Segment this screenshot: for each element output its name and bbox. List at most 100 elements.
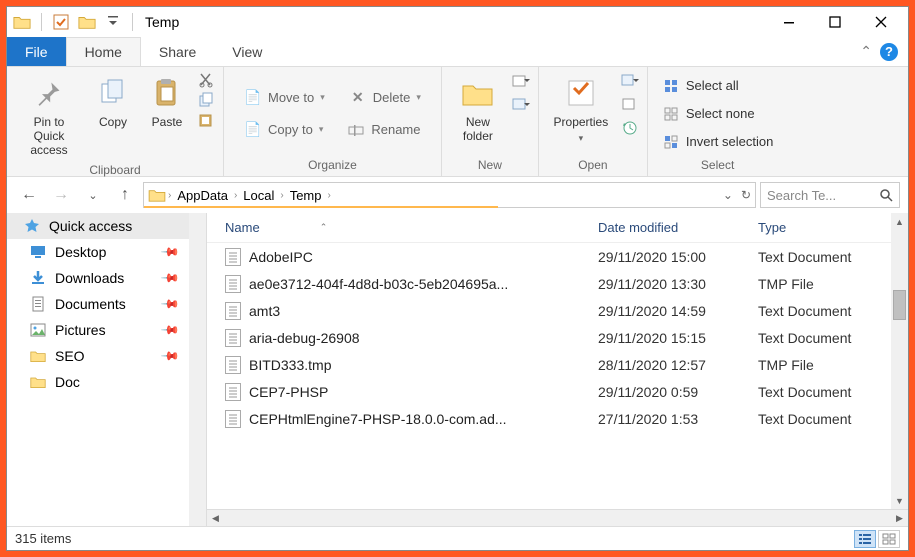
scroll-down-icon[interactable]: ▼ — [891, 492, 908, 509]
sidebar-item-desktop[interactable]: Desktop 📌 — [7, 239, 206, 265]
properties-checkbox-icon[interactable] — [50, 11, 72, 33]
file-row[interactable]: CEPHtmlEngine7-PHSP-18.0.0-com.ad...27/1… — [207, 405, 908, 432]
tab-share[interactable]: Share — [141, 37, 214, 66]
open-icon[interactable] — [621, 71, 639, 89]
divider — [132, 13, 133, 31]
navigation-pane[interactable]: Quick access Desktop 📌 Downloads 📌 Docum… — [7, 213, 207, 526]
file-row[interactable]: amt329/11/2020 14:59Text Document — [207, 297, 908, 324]
invert-selection-button[interactable]: Invert selection — [656, 130, 779, 154]
sidebar-item-downloads[interactable]: Downloads 📌 — [7, 265, 206, 291]
pin-icon: 📌 — [160, 320, 180, 340]
close-button[interactable] — [858, 7, 904, 37]
file-row[interactable]: aria-debug-2690829/11/2020 15:15Text Doc… — [207, 324, 908, 351]
tab-file[interactable]: File — [7, 37, 66, 66]
file-name: AdobeIPC — [249, 249, 313, 265]
collapse-ribbon-icon[interactable]: ⌃ — [860, 43, 872, 60]
search-placeholder: Search Te... — [767, 188, 836, 203]
forward-button[interactable]: → — [47, 181, 75, 209]
star-icon — [23, 217, 41, 235]
move-to-button[interactable]: 📄Move to▾ — [238, 86, 331, 110]
search-input[interactable]: Search Te... — [760, 182, 900, 208]
rename-button[interactable]: Rename — [341, 118, 426, 142]
thumbnails-view-button[interactable] — [878, 530, 900, 548]
tab-home[interactable]: Home — [66, 37, 141, 66]
recent-locations-button[interactable]: ⌄ — [79, 181, 107, 209]
history-icon[interactable] — [621, 119, 639, 137]
address-dropdown-icon[interactable]: ⌄ — [723, 188, 733, 202]
pictures-icon — [29, 321, 47, 339]
copy-to-button[interactable]: 📄Copy to▾ — [238, 118, 329, 142]
sidebar-quick-access[interactable]: Quick access — [7, 213, 206, 239]
window-controls — [766, 7, 904, 37]
copy-to-icon: 📄 — [244, 121, 262, 139]
scroll-left-icon[interactable]: ◀ — [207, 510, 224, 527]
breadcrumb-temp[interactable]: Temp — [286, 188, 326, 203]
downloads-icon — [29, 269, 47, 287]
delete-button[interactable]: ✕Delete▾ — [343, 86, 427, 110]
new-item-icon[interactable] — [512, 71, 530, 89]
documents-icon — [29, 295, 47, 313]
new-folder-button[interactable]: New folder — [450, 71, 506, 147]
maximize-button[interactable] — [812, 7, 858, 37]
minimize-button[interactable] — [766, 7, 812, 37]
file-date: 29/11/2020 14:59 — [598, 303, 758, 319]
pin-to-quick-access-button[interactable]: Pin to Quick access — [15, 71, 83, 161]
select-none-button[interactable]: Select none — [656, 102, 761, 126]
open-extras — [621, 71, 639, 137]
select-none-icon — [662, 105, 680, 123]
properties-button[interactable]: Properties ▾ — [547, 71, 615, 148]
ribbon-group-new: New folder New — [442, 67, 539, 176]
pin-icon: 📌 — [160, 346, 180, 366]
paste-icon — [154, 75, 180, 111]
select-all-button[interactable]: Select all — [656, 74, 745, 98]
file-name: aria-debug-26908 — [249, 330, 360, 346]
paste-button[interactable]: Paste — [143, 71, 191, 133]
scroll-thumb[interactable] — [893, 290, 906, 320]
file-row[interactable]: AdobeIPC29/11/2020 15:00Text Document — [207, 243, 908, 270]
chevron-right-icon[interactable]: › — [168, 190, 171, 201]
column-header-date[interactable]: Date modified — [598, 220, 758, 235]
refresh-icon[interactable]: ↻ — [741, 188, 751, 202]
paste-label: Paste — [152, 115, 183, 129]
file-type: TMP File — [758, 276, 908, 292]
up-button[interactable]: ↑ — [111, 181, 139, 209]
view-toggles — [854, 530, 900, 548]
copy-button[interactable]: Copy — [89, 71, 137, 133]
chevron-right-icon[interactable]: › — [280, 190, 283, 201]
search-icon — [879, 188, 893, 202]
tab-view[interactable]: View — [214, 37, 280, 66]
sidebar-scrollbar[interactable] — [189, 213, 206, 526]
copy-path-icon[interactable] — [197, 91, 215, 109]
sidebar-item-seo[interactable]: SEO 📌 — [7, 343, 206, 369]
invert-selection-icon — [662, 133, 680, 151]
column-header-type[interactable]: Type — [758, 220, 908, 235]
scroll-up-icon[interactable]: ▲ — [891, 213, 908, 230]
file-name: amt3 — [249, 303, 280, 319]
file-row[interactable]: CEP7-PHSP29/11/2020 0:59Text Document — [207, 378, 908, 405]
edit-icon[interactable] — [621, 95, 639, 113]
column-header-name[interactable]: Name⌃ — [225, 220, 598, 235]
easy-access-icon[interactable] — [512, 95, 530, 113]
sidebar-item-doc[interactable]: Doc — [7, 369, 206, 395]
group-label-open: Open — [547, 156, 639, 174]
vertical-scrollbar[interactable]: ▲ ▼ — [891, 213, 908, 509]
sidebar-item-pictures[interactable]: Pictures 📌 — [7, 317, 206, 343]
horizontal-scrollbar[interactable]: ◀ ▶ — [207, 509, 908, 526]
details-view-button[interactable] — [854, 530, 876, 548]
address-bar[interactable]: › AppData › Local › Temp › ⌄ ↻ — [143, 182, 756, 208]
file-row[interactable]: ae0e3712-404f-4d8d-b03c-5eb204695a...29/… — [207, 270, 908, 297]
breadcrumb-local[interactable]: Local — [239, 188, 278, 203]
scroll-right-icon[interactable]: ▶ — [891, 510, 908, 527]
help-icon[interactable]: ? — [880, 43, 898, 61]
sidebar-item-documents[interactable]: Documents 📌 — [7, 291, 206, 317]
file-row[interactable]: BITD333.tmp28/11/2020 12:57TMP File — [207, 351, 908, 378]
chevron-right-icon[interactable]: › — [234, 190, 237, 201]
qat-dropdown-icon[interactable] — [102, 11, 124, 33]
paste-shortcut-icon[interactable] — [197, 111, 215, 129]
file-type: Text Document — [758, 411, 908, 427]
move-to-icon: 📄 — [244, 89, 262, 107]
back-button[interactable]: ← — [15, 181, 43, 209]
breadcrumb-appdata[interactable]: AppData — [173, 188, 232, 203]
cut-icon[interactable] — [197, 71, 215, 89]
chevron-right-icon[interactable]: › — [328, 190, 331, 201]
